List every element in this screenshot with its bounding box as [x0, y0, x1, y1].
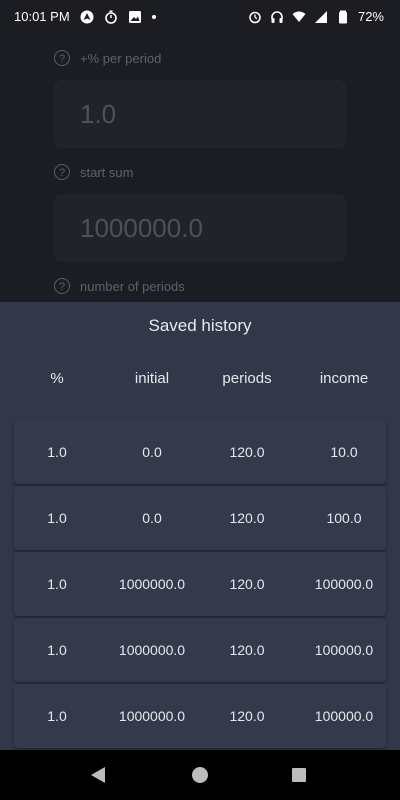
cell-initial: 0.0 [142, 444, 162, 460]
cell-percent: 1.0 [47, 444, 67, 460]
calculator-form: ? +% per period 1.0 ? start sum 1000000.… [0, 32, 400, 302]
field-label-periods: number of periods [80, 279, 185, 294]
cell-percent: 1.0 [47, 510, 67, 526]
field-label-start-sum: start sum [80, 165, 134, 180]
stopwatch-icon [104, 10, 118, 24]
field-label-percent: +% per period [80, 51, 162, 66]
saved-history-sheet: Saved history % initial periods income 1… [0, 302, 400, 750]
column-header-income: income [319, 370, 369, 387]
cell-income: 100000.0 [314, 576, 374, 592]
sheet-title: Saved history [148, 316, 252, 335]
column-header-initial: initial [134, 370, 170, 387]
column-header-percent: % [50, 370, 64, 387]
back-icon[interactable] [91, 767, 105, 783]
home-icon[interactable] [192, 767, 208, 783]
cell-periods: 120.0 [229, 444, 265, 460]
cell-initial: 1000000.0 [118, 642, 186, 658]
help-icon[interactable]: ? [54, 50, 70, 66]
notification-dot-icon [151, 14, 156, 19]
cell-income: 100.0 [326, 510, 362, 526]
status-time: 10:01 PM [14, 9, 70, 24]
cell-percent: 1.0 [47, 708, 67, 724]
cell-periods: 120.0 [229, 708, 265, 724]
history-row[interactable]: 1.0 0.0 120.0 100.0 [14, 486, 386, 550]
cell-income: 100000.0 [314, 642, 374, 658]
history-row[interactable]: 1.0 1000000.0 120.0 100000.0 [14, 552, 386, 616]
start-sum-input[interactable]: 1000000.0 [54, 194, 346, 262]
help-icon[interactable]: ? [54, 278, 70, 294]
history-row[interactable]: 1.0 0.0 120.0 10.0 [14, 420, 386, 484]
cell-income: 10.0 [330, 444, 358, 460]
column-header-periods: periods [222, 370, 272, 387]
history-row[interactable]: 1.0 1000000.0 120.0 100000.0 [14, 684, 386, 748]
cell-initial: 1000000.0 [118, 708, 186, 724]
cell-income: 100000.0 [314, 708, 374, 724]
signal-icon [314, 10, 328, 24]
wifi-icon [292, 10, 306, 24]
headphones-icon [270, 10, 284, 24]
recent-apps-icon[interactable] [292, 768, 306, 782]
cell-percent: 1.0 [47, 576, 67, 592]
cell-periods: 120.0 [229, 510, 265, 526]
cell-periods: 120.0 [229, 642, 265, 658]
cell-percent: 1.0 [47, 642, 67, 658]
battery-percent: 72% [357, 9, 384, 24]
history-row[interactable]: 1.0 1000000.0 120.0 100000.0 [14, 618, 386, 682]
cell-initial: 0.0 [142, 510, 162, 526]
status-bar: 10:01 PM 72% [0, 0, 400, 32]
android-auto-icon [80, 10, 94, 24]
alarm-icon [248, 10, 262, 24]
help-icon[interactable]: ? [54, 164, 70, 180]
image-icon [128, 10, 142, 24]
cell-initial: 1000000.0 [118, 576, 186, 592]
percent-input[interactable]: 1.0 [54, 80, 346, 148]
battery-icon [336, 10, 350, 24]
cell-periods: 120.0 [229, 576, 265, 592]
navigation-bar [0, 750, 400, 800]
